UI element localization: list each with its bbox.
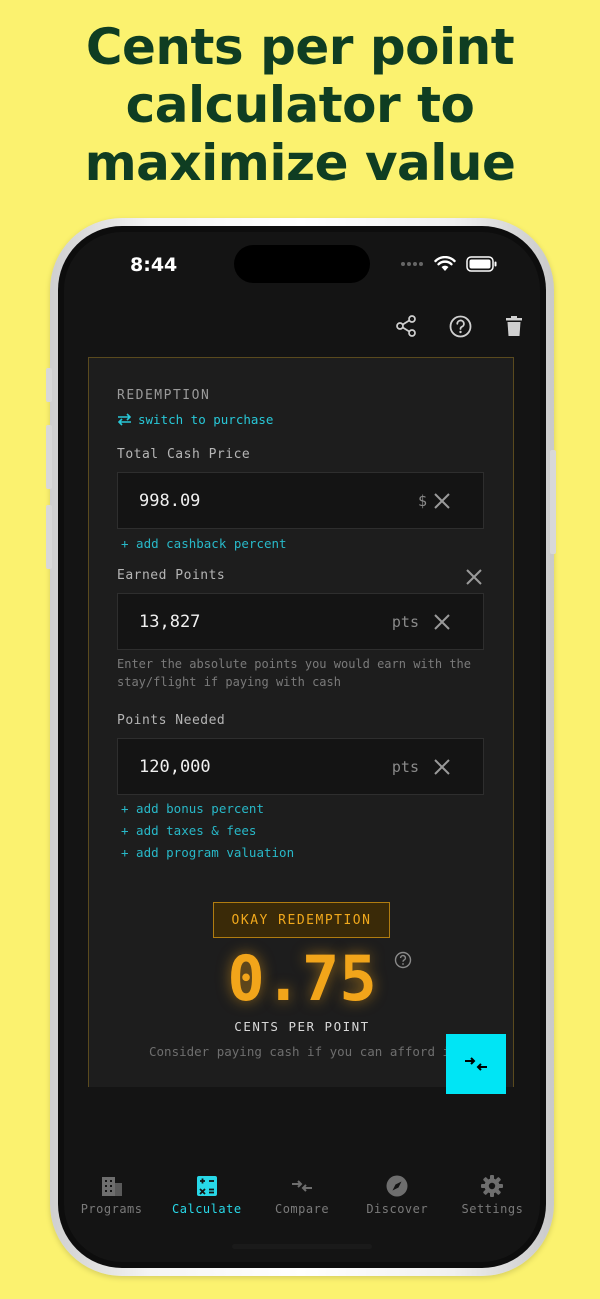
- calculator-icon: [196, 1176, 217, 1196]
- tab-label-discover: Discover: [366, 1202, 429, 1216]
- section-title: REDEMPTION: [117, 388, 211, 403]
- home-indicator: [232, 1244, 372, 1249]
- compass-icon: [386, 1175, 408, 1197]
- cents-per-point-label: CENTS PER POINT: [234, 1019, 370, 1034]
- status-icons: [400, 256, 498, 272]
- status-time: 8:44: [130, 254, 178, 276]
- add-taxes-link[interactable]: + add taxes & fees: [121, 823, 256, 838]
- tab-settings[interactable]: Settings: [445, 1174, 540, 1224]
- add-valuation-link[interactable]: + add program valuation: [121, 845, 294, 860]
- headline-line-2: calculator to: [125, 76, 475, 134]
- clear-points-needed-icon[interactable]: [433, 758, 451, 776]
- earned-points-label: Earned Points: [117, 568, 226, 583]
- tab-label-compare: Compare: [274, 1202, 330, 1216]
- switch-to-purchase-link[interactable]: switch to purchase: [117, 412, 273, 427]
- earned-points-field[interactable]: 13,827 pts: [117, 593, 484, 650]
- signal-icon: [401, 262, 423, 266]
- earned-points-helper: Enter the absolute points you would earn…: [117, 657, 472, 689]
- points-needed-unit: pts: [391, 758, 419, 776]
- mute-switch: [46, 368, 52, 402]
- swap-icon: [117, 413, 132, 426]
- cash-price-value: 998.09: [139, 491, 201, 511]
- earned-points-unit: pts: [391, 613, 419, 631]
- dynamic-island: [234, 245, 370, 283]
- volume-down-button: [46, 505, 52, 569]
- compare-arrows-icon: [292, 1180, 312, 1192]
- remove-earned-points-icon[interactable]: [465, 568, 483, 586]
- tab-calculate[interactable]: Calculate: [159, 1174, 254, 1224]
- wifi-icon: [434, 256, 456, 271]
- toolbar: [394, 314, 526, 338]
- battery-icon: [466, 256, 497, 272]
- redemption-rating-badge: OKAY REDEMPTION: [213, 902, 390, 938]
- clear-cash-price-icon[interactable]: [433, 492, 451, 510]
- cash-price-field[interactable]: 998.09 $: [117, 472, 484, 529]
- help-circle-icon[interactable]: [448, 314, 472, 338]
- trash-icon[interactable]: [502, 314, 526, 338]
- points-needed-value: 120,000: [139, 757, 211, 777]
- volume-up-button: [46, 425, 52, 489]
- headline: Cents per point calculator to maximize v…: [0, 18, 600, 192]
- building-icon: [101, 1177, 122, 1196]
- tab-compare[interactable]: Compare: [254, 1174, 349, 1224]
- share-icon[interactable]: [394, 314, 418, 338]
- tab-label-settings: Settings: [461, 1202, 524, 1216]
- compare-fab-button[interactable]: [446, 1034, 506, 1094]
- add-bonus-link[interactable]: + add bonus percent: [121, 801, 264, 816]
- compare-arrows-icon: [465, 1057, 487, 1071]
- cents-per-point-value: 0.75: [227, 942, 377, 1015]
- power-button: [550, 450, 556, 554]
- cash-price-unit: $: [417, 492, 427, 510]
- points-needed-label: Points Needed: [117, 713, 226, 728]
- advice-text: Consider paying cash if you can afford i…: [149, 1044, 458, 1059]
- clear-earned-points-icon[interactable]: [433, 613, 451, 631]
- info-icon[interactable]: [394, 951, 412, 969]
- redemption-card: REDEMPTION switch to purchase Total Cash…: [88, 357, 514, 1087]
- tab-discover[interactable]: Discover: [350, 1174, 445, 1224]
- tab-label-programs: Programs: [80, 1202, 143, 1216]
- switch-label: switch to purchase: [138, 412, 274, 427]
- tab-programs[interactable]: Programs: [64, 1174, 159, 1224]
- tab-label-calculate: Calculate: [172, 1202, 242, 1216]
- cash-price-label: Total Cash Price: [117, 447, 251, 462]
- add-cashback-link[interactable]: + add cashback percent: [121, 536, 287, 551]
- headline-line-1: Cents per point: [85, 18, 515, 76]
- gear-icon: [481, 1175, 504, 1197]
- tab-bar: Programs Calculate Compare Discover Sett…: [64, 1174, 540, 1224]
- earned-points-value: 13,827: [139, 612, 201, 632]
- phone-screen: 8:44 REDEMPTION switch to purchase Total…: [64, 232, 540, 1262]
- points-needed-field[interactable]: 120,000 pts: [117, 738, 484, 795]
- headline-line-3: maximize value: [84, 134, 516, 192]
